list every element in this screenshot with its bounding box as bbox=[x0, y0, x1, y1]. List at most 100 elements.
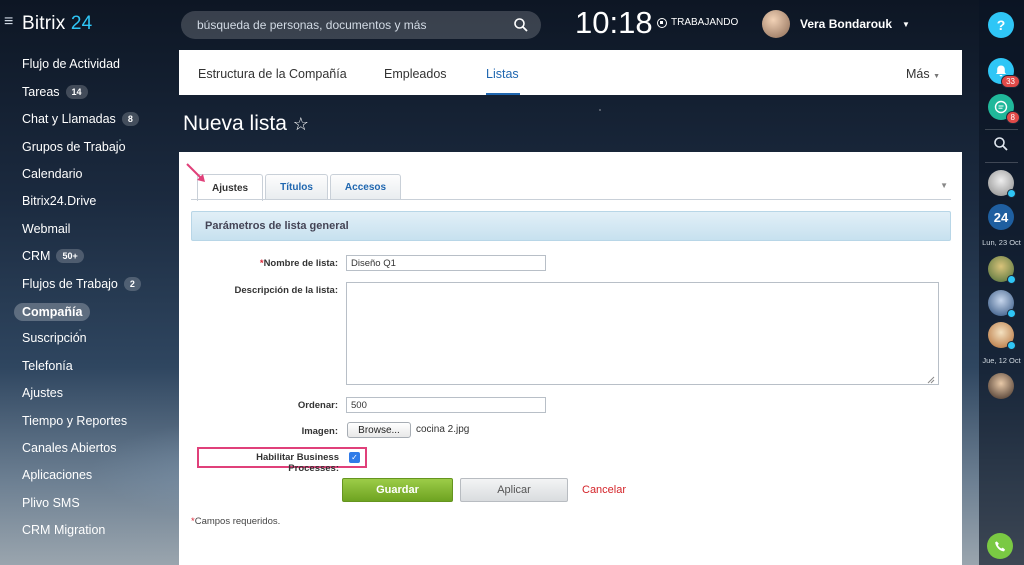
sidebar-item[interactable]: Canales Abiertos bbox=[22, 441, 117, 455]
help-button[interactable]: ? bbox=[988, 12, 1014, 38]
sidebar-item-label: Tareas bbox=[22, 85, 60, 99]
page-title-text: Nueva lista bbox=[183, 112, 287, 135]
sidebar-item[interactable]: Tareas 14 bbox=[22, 85, 88, 99]
active-tab-underline bbox=[486, 93, 520, 95]
tab-titles[interactable]: Títulos bbox=[265, 174, 328, 200]
sidebar-item-label: Calendario bbox=[22, 167, 83, 181]
sidebar-item[interactable]: Aplicaciones bbox=[22, 468, 92, 482]
online-indicator bbox=[1007, 275, 1016, 284]
work-status[interactable]: TRABAJANDO bbox=[657, 17, 738, 28]
sidebar-item-label: Aplicaciones bbox=[22, 468, 93, 482]
contact-avatar[interactable] bbox=[988, 322, 1016, 350]
tab-employees[interactable]: Empleados bbox=[384, 67, 447, 81]
online-indicator bbox=[1007, 341, 1016, 350]
sidebar-item[interactable]: Suscripción bbox=[22, 331, 87, 345]
sidebar-item[interactable]: Tiempo y Reportes bbox=[22, 414, 127, 428]
collapse-icon[interactable]: ▼ bbox=[940, 181, 948, 190]
cancel-button[interactable]: Cancelar bbox=[582, 484, 626, 496]
required-fields-note: *Campos requeridos. bbox=[191, 516, 280, 527]
sidebar-item[interactable]: Flujos de Trabajo 2 bbox=[22, 277, 141, 291]
sidebar-item-label: Webmail bbox=[22, 222, 71, 236]
search-box[interactable] bbox=[181, 11, 541, 39]
star-icon[interactable]: ☆ bbox=[293, 114, 309, 134]
counter-badge: 2 bbox=[123, 277, 141, 291]
page-title: Nueva lista ☆ bbox=[183, 112, 309, 136]
sidebar-item-label: Canales Abiertos bbox=[22, 441, 117, 455]
sidebar-item-label: Suscripción bbox=[22, 331, 87, 345]
resize-handle-icon[interactable] bbox=[927, 376, 935, 384]
more-label: Más bbox=[905, 67, 930, 81]
bitrix24-chat[interactable]: 24 bbox=[988, 204, 1014, 230]
menu-icon[interactable]: ≡ bbox=[4, 13, 13, 31]
sidebar-item[interactable]: Plivo SMS bbox=[22, 496, 80, 510]
section-header: Parámetros de lista general bbox=[191, 211, 951, 241]
clock[interactable]: 10:18 bbox=[575, 5, 653, 41]
sidebar-item[interactable]: Telefonía bbox=[22, 359, 73, 373]
right-panel: ? 33 8 24 Lun, 23 Oct Jue, 12 Oct bbox=[979, 0, 1024, 565]
online-indicator bbox=[1007, 189, 1016, 198]
recent-date: Lun, 23 Oct bbox=[982, 238, 1021, 247]
apply-button[interactable]: Aplicar bbox=[460, 478, 568, 502]
contact-avatar[interactable] bbox=[988, 290, 1016, 318]
user-name: Vera Bondarouk bbox=[800, 17, 893, 31]
image-filename: cocina 2.jpg bbox=[416, 424, 470, 435]
sidebar-item[interactable]: Grupos de Trabajo bbox=[22, 140, 126, 154]
required-note-text: Campos requeridos. bbox=[194, 516, 281, 527]
chevron-down-icon: ▼ bbox=[902, 19, 910, 29]
phone-button[interactable] bbox=[987, 533, 1013, 559]
sidebar-item[interactable]: CRM Migration bbox=[22, 523, 105, 537]
chat-icon bbox=[994, 100, 1008, 114]
search-icon[interactable] bbox=[993, 136, 1009, 152]
sidebar-item[interactable]: Compañía bbox=[14, 303, 91, 321]
business-processes-label: Habilitar Business Processes: bbox=[256, 452, 339, 474]
notifications-button[interactable]: 33 bbox=[988, 58, 1020, 88]
description-label: Descripción de la lista: bbox=[234, 285, 338, 296]
stop-icon bbox=[657, 17, 667, 28]
sidebar-item-label: Bitrix24.Drive bbox=[22, 194, 97, 208]
sidebar-item[interactable]: Ajustes bbox=[22, 386, 63, 400]
help-icon: ? bbox=[996, 17, 1006, 33]
description-textarea[interactable] bbox=[346, 282, 939, 385]
sidebar-item-label: Grupos de Trabajo bbox=[22, 140, 126, 154]
recent-date: Jue, 12 Oct bbox=[982, 356, 1021, 365]
browse-button[interactable]: Browse... bbox=[347, 422, 411, 438]
sidebar-item[interactable]: Bitrix24.Drive bbox=[22, 194, 96, 208]
sidebar-item[interactable]: CRM 50+ bbox=[22, 249, 84, 263]
tab-company-structure[interactable]: Estructura de la Compañía bbox=[198, 67, 347, 81]
avatar bbox=[762, 10, 790, 38]
counter-badge: 50+ bbox=[56, 249, 84, 263]
form-tabs: Ajustes Títulos Accesos bbox=[197, 174, 402, 201]
bitrix24-logo[interactable]: Bitrix 24 bbox=[22, 13, 92, 35]
more-menu[interactable]: Más ▼ bbox=[906, 67, 940, 81]
sidebar-item-label: CRM Migration bbox=[22, 523, 106, 537]
phone-icon bbox=[994, 540, 1005, 551]
save-button[interactable]: Guardar bbox=[342, 478, 453, 502]
list-settings-card: Ajustes Títulos Accesos ▼ Parámetros de … bbox=[179, 152, 962, 565]
tab-lists[interactable]: Listas bbox=[486, 67, 519, 81]
list-name-label-text: Nombre de lista: bbox=[263, 258, 338, 269]
search-icon[interactable] bbox=[513, 17, 529, 33]
user-menu[interactable]: Vera Bondarouk ▼ bbox=[762, 10, 910, 38]
sidebar-item-label: CRM bbox=[22, 249, 51, 263]
contact-avatar[interactable] bbox=[988, 373, 1014, 399]
business-processes-checkbox[interactable]: ✓ bbox=[349, 452, 360, 463]
tab-access[interactable]: Accesos bbox=[329, 174, 402, 200]
sidebar-item-label: Ajustes bbox=[22, 386, 63, 400]
list-name-label: *Nombre de lista: bbox=[219, 258, 338, 269]
sidebar-item[interactable]: Webmail bbox=[22, 222, 70, 236]
checkmark-icon: ✓ bbox=[351, 452, 358, 462]
sidebar-item[interactable]: Flujo de Actividad bbox=[22, 57, 120, 71]
sidebar-item[interactable]: Calendario bbox=[22, 167, 82, 181]
sidebar-item-label: Compañía bbox=[22, 305, 83, 319]
sort-label: Ordenar: bbox=[297, 400, 338, 411]
messenger-badge: 8 bbox=[1005, 111, 1020, 124]
sort-input[interactable] bbox=[346, 397, 546, 413]
messenger-button[interactable]: 8 bbox=[988, 94, 1020, 124]
tabs-divider bbox=[191, 199, 951, 200]
contact-avatar[interactable] bbox=[988, 170, 1016, 198]
contact-avatar[interactable] bbox=[988, 256, 1016, 284]
list-name-input[interactable] bbox=[346, 255, 546, 271]
sidebar-item[interactable]: Chat y Llamadas 8 bbox=[22, 112, 139, 126]
search-input[interactable] bbox=[181, 11, 541, 39]
sidebar-item-label: Flujos de Trabajo bbox=[22, 277, 118, 291]
